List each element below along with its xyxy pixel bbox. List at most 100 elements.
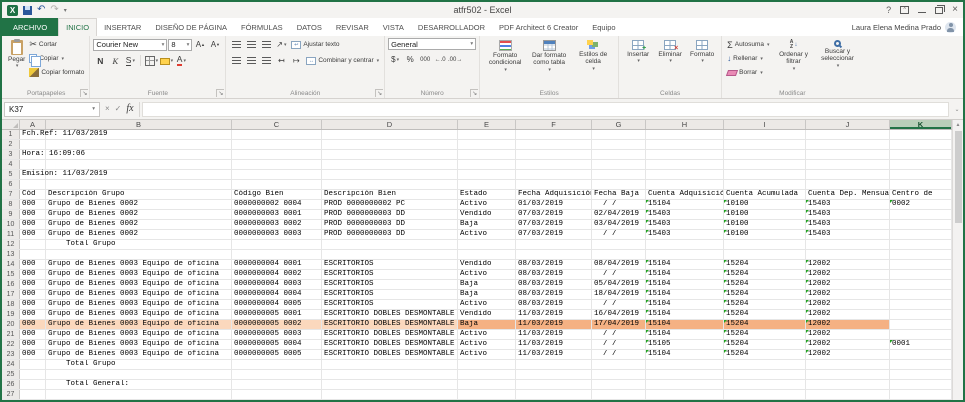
cell-F19[interactable]: 11/03/2019 xyxy=(516,310,592,319)
cell-C20[interactable]: 0000000005 0002 xyxy=(232,320,322,329)
font-color-button[interactable]: A ▾ xyxy=(174,54,188,67)
cell-C21[interactable]: 0000000005 0003 xyxy=(232,330,322,339)
cell-A21[interactable]: 000 xyxy=(20,330,46,339)
cell-G26[interactable] xyxy=(592,380,646,389)
cell-J7[interactable]: Cuenta Dep. Mensual xyxy=(806,190,890,199)
cell-E2[interactable] xyxy=(458,140,516,149)
cell-E17[interactable]: Baja xyxy=(458,290,516,299)
cell-J25[interactable] xyxy=(806,370,890,379)
cell-F2[interactable] xyxy=(516,140,592,149)
underline-button[interactable]: S ▾ xyxy=(123,54,137,67)
orientation-button[interactable]: ↗ ▾ xyxy=(274,38,288,51)
cell-F9[interactable]: 07/03/2019 xyxy=(516,210,592,219)
cell-B8[interactable]: Grupo de Bienes 0002 xyxy=(46,200,232,209)
cell-J15[interactable]: 12002 xyxy=(806,270,890,279)
cell-D17[interactable]: ESCRITORIOS xyxy=(322,290,458,299)
cell-D3[interactable] xyxy=(322,150,458,159)
currency-format-button[interactable]: $ ▾ xyxy=(388,53,402,66)
cell-K11[interactable] xyxy=(890,230,952,239)
cell-B25[interactable] xyxy=(46,370,232,379)
restore-icon[interactable] xyxy=(935,4,946,14)
cell-H12[interactable] xyxy=(646,240,724,249)
cell-C17[interactable]: 0000000004 0004 xyxy=(232,290,322,299)
cell-D22[interactable]: ESCRITORIO DOBLES DESMONTABLE xyxy=(322,340,458,349)
qat-customize-icon[interactable]: ▾ xyxy=(64,7,67,14)
cell-J18[interactable]: 12002 xyxy=(806,300,890,309)
cell-I19[interactable]: 15204 xyxy=(724,310,806,319)
cell-B27[interactable] xyxy=(46,390,232,399)
cell-J1[interactable] xyxy=(806,130,890,139)
cell-J14[interactable]: 12002 xyxy=(806,260,890,269)
cell-A2[interactable] xyxy=(20,140,46,149)
cell-J6[interactable] xyxy=(806,180,890,189)
cell-E5[interactable] xyxy=(458,170,516,179)
cell-I8[interactable]: 10100 xyxy=(724,200,806,209)
cell-A23[interactable]: 000 xyxy=(20,350,46,359)
cell-K27[interactable] xyxy=(890,390,952,399)
cell-D10[interactable]: PROD 0000000003 DD xyxy=(322,220,458,229)
cell-C12[interactable] xyxy=(232,240,322,249)
cell-A25[interactable] xyxy=(20,370,46,379)
cell-H17[interactable]: 15104 xyxy=(646,290,724,299)
cell-F16[interactable]: 08/03/2019 xyxy=(516,280,592,289)
cell-F15[interactable]: 08/03/2019 xyxy=(516,270,592,279)
cell-H23[interactable]: 15104 xyxy=(646,350,724,359)
cell-I10[interactable]: 10100 xyxy=(724,220,806,229)
cell-B9[interactable]: Grupo de Bienes 0002 xyxy=(46,210,232,219)
cell-G24[interactable] xyxy=(592,360,646,369)
cell-E6[interactable] xyxy=(458,180,516,189)
minimize-icon[interactable] xyxy=(918,12,927,13)
cell-A1[interactable]: Fch.Ref: 11/03/2019 xyxy=(20,130,108,139)
cell-H18[interactable]: 15104 xyxy=(646,300,724,309)
cell-K26[interactable] xyxy=(890,380,952,389)
cell-J17[interactable]: 12002 xyxy=(806,290,890,299)
cell-K25[interactable] xyxy=(890,370,952,379)
row-header-9[interactable]: 9 xyxy=(2,210,20,219)
cell-B21[interactable]: Grupo de Bienes 0003 Equipo de oficina xyxy=(46,330,232,339)
cell-D11[interactable]: PROD 0000000003 DD xyxy=(322,230,458,239)
cell-E23[interactable]: Activo xyxy=(458,350,516,359)
percent-format-button[interactable]: % xyxy=(403,53,417,66)
wrap-text-button[interactable]: ↩ Ajustar texto xyxy=(289,38,341,51)
tab-formulas[interactable]: FÓRMULAS xyxy=(234,18,290,36)
cell-G7[interactable]: Fecha Baja xyxy=(592,190,646,199)
cell-F1[interactable] xyxy=(516,130,592,139)
row-header-18[interactable]: 18 xyxy=(2,300,20,309)
column-header-H[interactable]: H xyxy=(646,120,724,129)
cell-I24[interactable] xyxy=(724,360,806,369)
cell-K14[interactable] xyxy=(890,260,952,269)
cell-B11[interactable]: Grupo de Bienes 0002 xyxy=(46,230,232,239)
row-header-4[interactable]: 4 xyxy=(2,160,20,169)
cell-H24[interactable] xyxy=(646,360,724,369)
cell-H9[interactable]: 15403 xyxy=(646,210,724,219)
cell-D7[interactable]: Descripción Bien xyxy=(322,190,458,199)
cell-C10[interactable]: 0000000003 0002 xyxy=(232,220,322,229)
cell-F12[interactable] xyxy=(516,240,592,249)
cell-A19[interactable]: 000 xyxy=(20,310,46,319)
cell-H4[interactable] xyxy=(646,160,724,169)
cell-F25[interactable] xyxy=(516,370,592,379)
cell-I18[interactable]: 15204 xyxy=(724,300,806,309)
align-top-button[interactable] xyxy=(229,38,243,51)
cell-E22[interactable]: Activo xyxy=(458,340,516,349)
cell-K8[interactable]: 0002 xyxy=(890,200,952,209)
cell-C23[interactable]: 0000000005 0005 xyxy=(232,350,322,359)
cell-F17[interactable]: 08/03/2019 xyxy=(516,290,592,299)
cell-H2[interactable] xyxy=(646,140,724,149)
cell-F5[interactable] xyxy=(516,170,592,179)
cell-C4[interactable] xyxy=(232,160,322,169)
paste-button[interactable]: Pegar ▾ xyxy=(6,38,27,70)
font-size-combobox[interactable]: 8 ▾ xyxy=(168,38,193,51)
cell-G13[interactable] xyxy=(592,250,646,259)
tab-pdf-architect[interactable]: PDF Architect 6 Creator xyxy=(492,18,585,36)
cell-G11[interactable]: / / xyxy=(592,230,646,239)
tab-insertar[interactable]: INSERTAR xyxy=(97,18,148,36)
format-painter-button[interactable]: Copiar formato xyxy=(27,66,86,79)
row-header-17[interactable]: 17 xyxy=(2,290,20,299)
cell-G20[interactable]: 17/04/2019 xyxy=(592,320,646,329)
cell-J4[interactable] xyxy=(806,160,890,169)
cell-K16[interactable] xyxy=(890,280,952,289)
cell-G1[interactable] xyxy=(592,130,646,139)
cell-H21[interactable]: 15104 xyxy=(646,330,724,339)
cell-D8[interactable]: PROD 0000000002 PC xyxy=(322,200,458,209)
